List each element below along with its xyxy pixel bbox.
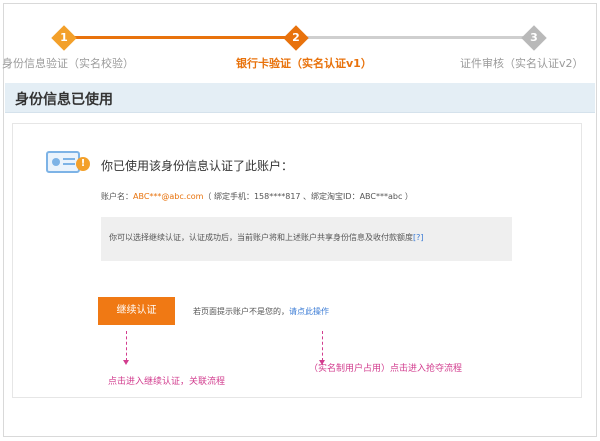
step-1-marker: 1	[51, 25, 77, 51]
step-1-label: 身份信息验证（实名校验）	[2, 57, 134, 70]
section-header: 身份信息已使用	[5, 83, 595, 113]
not-my-account-hint: 若页面提示账户不是您的，请点此操作	[193, 306, 329, 317]
account-bindings: （ 绑定手机：158****817 、绑定淘宝ID：ABC***abc ）	[203, 192, 413, 201]
annotation-arrow-left	[123, 360, 129, 365]
hint-text: 若页面提示账户不是您的，	[193, 307, 289, 316]
progress-steps: 1 2 3 身份信息验证（实名校验） 银行卡验证（实名认证v1） 证件审核（实名…	[0, 0, 600, 80]
step-2-marker: 2	[283, 25, 309, 51]
id-card-icon	[46, 151, 80, 173]
annotation-left: 点击进入继续认证，关联流程	[108, 377, 226, 387]
identity-used-card: ! 你已使用该身份信息认证了此账户： 账户名：ABC***@abc.com（ 绑…	[12, 123, 582, 398]
account-prefix: 账户名：	[101, 192, 133, 201]
annotation-line-right	[322, 331, 323, 361]
annotation-right: （实名制用户占用）点击进入抢夺流程	[309, 364, 463, 374]
notice-text: 你可以选择继续认证，认证成功后，当前账户将和上述账户共享身份信息及收付款额度	[109, 233, 413, 242]
step-connector-pending	[306, 36, 524, 39]
continue-verification-button[interactable]: 继续认证	[98, 297, 175, 325]
account-email: ABC***@abc.com	[133, 192, 204, 201]
step-3-label: 证件审核（实名认证v2）	[460, 57, 584, 70]
account-info: 账户名：ABC***@abc.com（ 绑定手机：158****817 、绑定淘…	[101, 191, 413, 202]
step-2-label: 银行卡验证（实名认证v1）	[236, 57, 372, 70]
notice-box: 你可以选择继续认证，认证成功后，当前账户将和上述账户共享身份信息及收付款额度[?…	[101, 217, 512, 261]
step-connector-done	[70, 36, 286, 39]
step-3-marker: 3	[521, 25, 547, 51]
operate-link[interactable]: 请点此操作	[289, 307, 329, 316]
help-link[interactable]: [?]	[413, 233, 424, 242]
used-message: 你已使用该身份信息认证了此账户：	[101, 159, 294, 173]
annotation-line-left	[126, 331, 127, 361]
page-title: 身份信息已使用	[15, 92, 113, 108]
warning-icon: !	[76, 157, 90, 171]
